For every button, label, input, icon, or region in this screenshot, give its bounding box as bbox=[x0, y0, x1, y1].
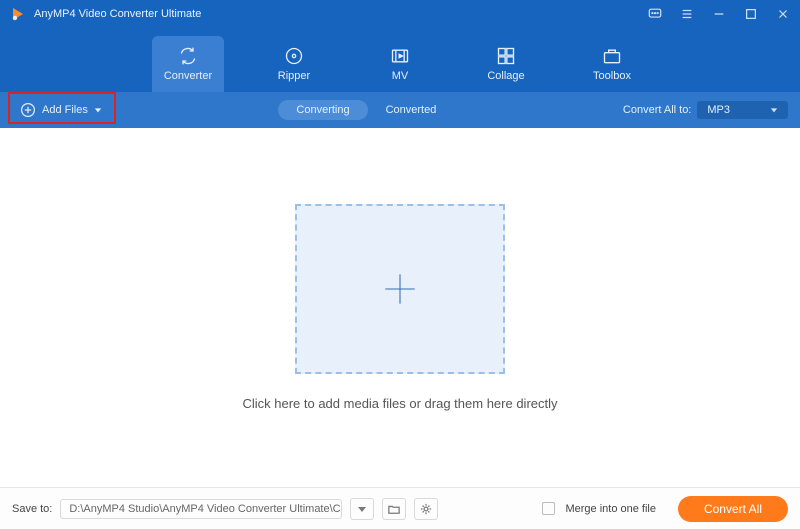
tab-mv[interactable]: MV bbox=[364, 36, 436, 92]
tab-converter[interactable]: Converter bbox=[152, 36, 224, 92]
maximize-button[interactable] bbox=[744, 7, 758, 21]
tab-ripper[interactable]: Ripper bbox=[258, 36, 330, 92]
minimize-button[interactable] bbox=[712, 7, 726, 21]
chevron-down-icon bbox=[94, 106, 102, 114]
save-path-dropdown[interactable] bbox=[350, 498, 374, 520]
subtab-converting[interactable]: Converting bbox=[278, 100, 367, 120]
sub-toolbar: Add Files Converting Converted Convert A… bbox=[0, 92, 800, 128]
main-content: Click here to add media files or drag th… bbox=[0, 128, 800, 487]
tab-mv-label: MV bbox=[392, 70, 409, 82]
merge-checkbox[interactable] bbox=[542, 502, 555, 515]
plus-circle-icon bbox=[20, 102, 36, 118]
output-format-value: MP3 bbox=[707, 104, 730, 116]
app-title: AnyMP4 Video Converter Ultimate bbox=[34, 8, 201, 20]
convert-all-to-label: Convert All to: bbox=[623, 104, 691, 116]
merge-label: Merge into one file bbox=[565, 503, 656, 515]
open-folder-button[interactable] bbox=[382, 498, 406, 520]
app-logo-icon bbox=[10, 6, 26, 22]
save-path-field[interactable]: D:\AnyMP4 Studio\AnyMP4 Video Converter … bbox=[60, 499, 342, 519]
tab-ripper-label: Ripper bbox=[278, 70, 310, 82]
folder-icon bbox=[388, 503, 400, 515]
dropzone-hint: Click here to add media files or drag th… bbox=[242, 396, 557, 411]
tab-collage[interactable]: Collage bbox=[470, 36, 542, 92]
tab-toolbox[interactable]: Toolbox bbox=[576, 36, 648, 92]
add-files-label: Add Files bbox=[42, 104, 88, 116]
subtab-converted[interactable]: Converted bbox=[368, 100, 455, 120]
chevron-down-icon bbox=[770, 106, 778, 114]
tab-collage-label: Collage bbox=[487, 70, 524, 82]
add-files-button[interactable]: Add Files bbox=[12, 98, 110, 122]
titlebar: AnyMP4 Video Converter Ultimate bbox=[0, 0, 800, 28]
feedback-icon[interactable] bbox=[648, 7, 662, 21]
settings-button[interactable] bbox=[414, 498, 438, 520]
add-files-dropzone[interactable] bbox=[295, 204, 505, 374]
gear-icon bbox=[420, 503, 432, 515]
close-button[interactable] bbox=[776, 7, 790, 21]
convert-all-button[interactable]: Convert All bbox=[678, 496, 788, 522]
chevron-down-icon bbox=[356, 503, 368, 515]
plus-icon bbox=[379, 268, 421, 310]
main-nav: Converter Ripper MV Collage Toolbox bbox=[0, 28, 800, 92]
tab-converter-label: Converter bbox=[164, 70, 212, 82]
save-to-label: Save to: bbox=[12, 503, 52, 515]
footer-bar: Save to: D:\AnyMP4 Studio\AnyMP4 Video C… bbox=[0, 487, 800, 529]
tab-toolbox-label: Toolbox bbox=[593, 70, 631, 82]
output-format-select[interactable]: MP3 bbox=[697, 101, 788, 119]
menu-icon[interactable] bbox=[680, 7, 694, 21]
